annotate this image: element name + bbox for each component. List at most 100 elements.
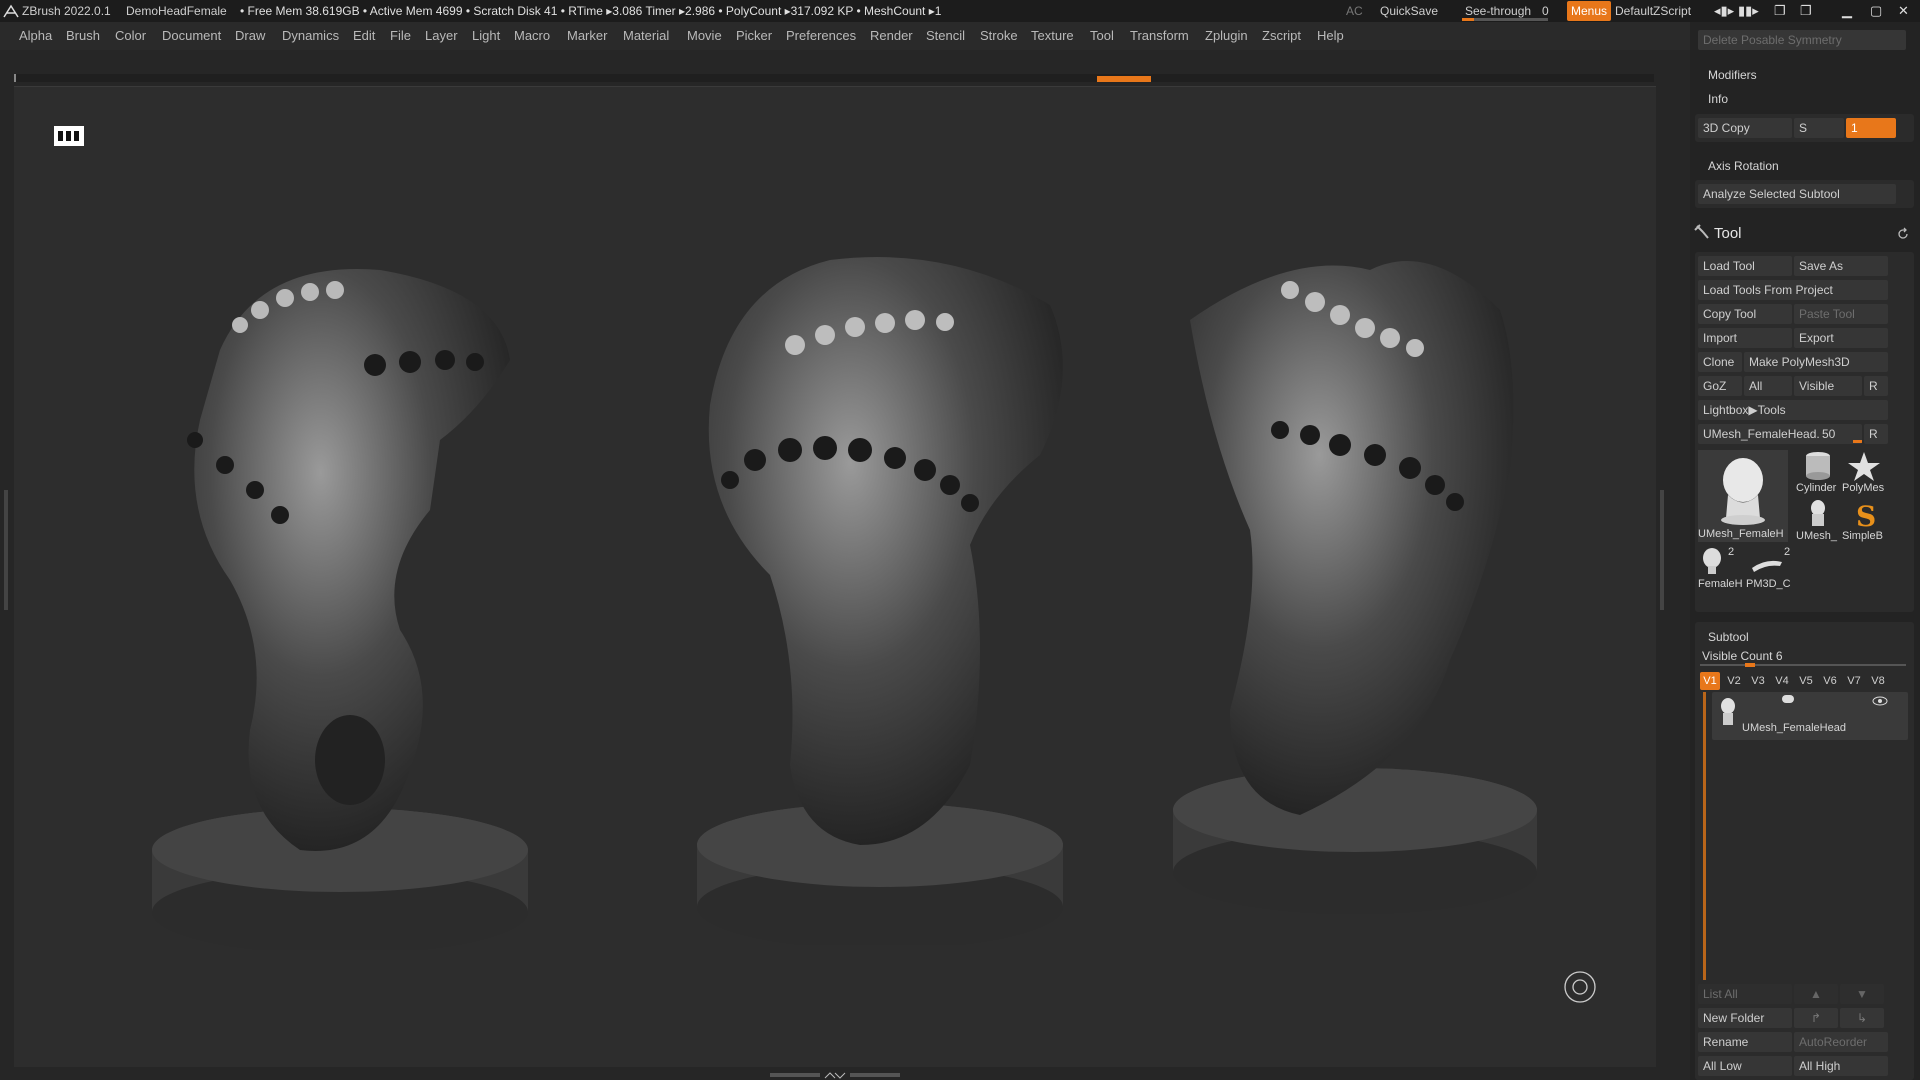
subtool-toggle-icon[interactable]: [1782, 695, 1794, 703]
copy3d-count-field[interactable]: 1: [1846, 118, 1896, 138]
version-v4[interactable]: V4: [1772, 672, 1792, 690]
make-polymesh3d-button[interactable]: Make PolyMesh3D: [1744, 352, 1888, 372]
menu-texture[interactable]: Texture: [1031, 22, 1074, 50]
quicksave-button[interactable]: QuickSave: [1380, 0, 1438, 22]
tool-thumbnail-cylinder[interactable]: Cylinder: [1796, 450, 1840, 496]
minimize-icon[interactable]: ▁: [1842, 0, 1852, 22]
bottom-tray-handle[interactable]: [770, 1070, 900, 1080]
visible-count-track[interactable]: [1700, 663, 1906, 667]
timeline-strip[interactable]: [14, 74, 1654, 82]
timeline-active-marker[interactable]: [1097, 76, 1151, 82]
rename-button[interactable]: Rename: [1698, 1032, 1792, 1052]
subtool-header[interactable]: Subtool: [1708, 630, 1749, 644]
dock-icon[interactable]: ❐: [1800, 0, 1812, 22]
version-v5[interactable]: V5: [1796, 672, 1816, 690]
goz-visible-button[interactable]: Visible: [1794, 376, 1862, 396]
tool-thumbnail-main[interactable]: UMesh_FemaleH: [1698, 450, 1788, 542]
info-header[interactable]: Info: [1708, 92, 1728, 106]
load-tool-button[interactable]: Load Tool: [1698, 256, 1792, 276]
paste-tool-button[interactable]: Paste Tool: [1794, 304, 1888, 324]
close-icon[interactable]: ✕: [1898, 0, 1909, 22]
menu-layer[interactable]: Layer: [425, 22, 458, 50]
all-high-button[interactable]: All High: [1794, 1056, 1888, 1076]
version-v8[interactable]: V8: [1868, 672, 1888, 690]
all-low-button[interactable]: All Low: [1698, 1056, 1792, 1076]
version-v3[interactable]: V3: [1748, 672, 1768, 690]
new-folder-button[interactable]: New Folder: [1698, 1008, 1792, 1028]
tool-thumbnail-polymesh[interactable]: PolyMes: [1842, 450, 1886, 496]
menu-picker[interactable]: Picker: [736, 22, 772, 50]
eye-icon[interactable]: [1872, 696, 1888, 706]
default-script[interactable]: DefaultZScript: [1615, 0, 1691, 22]
ac-label[interactable]: AC: [1346, 0, 1363, 22]
menu-color[interactable]: Color: [115, 22, 146, 50]
menu-stencil[interactable]: Stencil: [926, 22, 965, 50]
refresh-icon[interactable]: [1896, 227, 1910, 241]
menu-stroke[interactable]: Stroke: [980, 22, 1018, 50]
menu-material[interactable]: Material: [623, 22, 669, 50]
current-tool-slider[interactable]: UMesh_FemaleHead. 50: [1698, 424, 1862, 444]
clone-button[interactable]: Clone: [1698, 352, 1742, 372]
menu-tool[interactable]: Tool: [1090, 22, 1114, 50]
list-all-button[interactable]: List All: [1698, 984, 1792, 1004]
tool-thumbnail-female[interactable]: 2 FemaleH: [1698, 546, 1743, 592]
version-v6[interactable]: V6: [1820, 672, 1840, 690]
left-tray-handle[interactable]: [4, 490, 8, 610]
see-through-slider[interactable]: [1462, 18, 1548, 21]
menu-brush[interactable]: Brush: [66, 22, 100, 50]
delete-posable-symmetry-button[interactable]: Delete Posable Symmetry: [1698, 30, 1906, 50]
maximize-icon[interactable]: ▢: [1870, 0, 1882, 22]
current-tool-r-button[interactable]: R: [1864, 424, 1888, 444]
right-tray-handle[interactable]: [1660, 490, 1664, 610]
sculpt-model-right[interactable]: [1170, 240, 1550, 940]
rotate-gizmo-icon[interactable]: [1563, 970, 1597, 1004]
menu-preferences[interactable]: Preferences: [786, 22, 856, 50]
menu-alpha[interactable]: Alpha: [19, 22, 52, 50]
menu-edit[interactable]: Edit: [353, 22, 375, 50]
subtool-list-item[interactable]: UMesh_FemaleHead: [1712, 692, 1908, 740]
menu-help[interactable]: Help: [1317, 22, 1344, 50]
lightbox-tools-button[interactable]: Lightbox▶Tools: [1698, 400, 1888, 420]
menu-movie[interactable]: Movie: [687, 22, 722, 50]
tool-thumbnail-pm3d[interactable]: 2 PM3D_C: [1746, 546, 1796, 592]
version-v7[interactable]: V7: [1844, 672, 1864, 690]
move-down-icon[interactable]: ▼: [1840, 984, 1884, 1004]
version-v1[interactable]: V1: [1700, 672, 1720, 690]
goz-r-button[interactable]: R: [1864, 376, 1888, 396]
move-into-icon[interactable]: ↱: [1794, 1008, 1838, 1028]
menu-file[interactable]: File: [390, 22, 411, 50]
menus-toggle[interactable]: Menus: [1567, 1, 1612, 21]
copy3d-s-button[interactable]: S: [1794, 118, 1844, 138]
copy-tool-button[interactable]: Copy Tool: [1698, 304, 1792, 324]
modifiers-header[interactable]: Modifiers: [1708, 68, 1757, 82]
menu-draw[interactable]: Draw: [235, 22, 265, 50]
menu-zplugin[interactable]: Zplugin: [1205, 22, 1248, 50]
visible-count-slider[interactable]: Visible Count 6: [1702, 649, 1783, 663]
sculpt-model-left[interactable]: [140, 250, 540, 950]
version-v2[interactable]: V2: [1724, 672, 1744, 690]
move-up-icon[interactable]: ▲: [1794, 984, 1838, 1004]
autoreorder-button[interactable]: AutoReorder: [1794, 1032, 1888, 1052]
export-button[interactable]: Export: [1794, 328, 1888, 348]
menu-dynamics[interactable]: Dynamics: [282, 22, 339, 50]
menu-marker[interactable]: Marker: [567, 22, 607, 50]
menu-macro[interactable]: Macro: [514, 22, 550, 50]
goz-all-button[interactable]: All: [1744, 376, 1792, 396]
goz-button[interactable]: GoZ: [1698, 376, 1742, 396]
subtool-scrollbar[interactable]: [1703, 692, 1706, 980]
menu-render[interactable]: Render: [870, 22, 913, 50]
axis-rotation-header[interactable]: Axis Rotation: [1708, 159, 1779, 173]
tool-thumbnail-umesh-small[interactable]: UMesh_: [1796, 498, 1840, 544]
document-layout-icon[interactable]: [54, 126, 84, 146]
tool-thumbnail-simplebrush[interactable]: S SimpleB: [1842, 498, 1886, 544]
menu-document[interactable]: Document: [162, 22, 221, 50]
menu-transform[interactable]: Transform: [1130, 22, 1189, 50]
import-button[interactable]: Import: [1698, 328, 1792, 348]
restore-layout-icon[interactable]: ❐: [1774, 0, 1786, 22]
analyze-subtool-button[interactable]: Analyze Selected Subtool: [1698, 184, 1896, 204]
menu-zscript[interactable]: Zscript: [1262, 22, 1301, 50]
save-as-button[interactable]: Save As: [1794, 256, 1888, 276]
layout-right-icon[interactable]: ▮▮▸: [1738, 0, 1759, 22]
move-out-icon[interactable]: ↳: [1840, 1008, 1884, 1028]
layout-left-icon[interactable]: ◂▮▸: [1714, 0, 1734, 22]
